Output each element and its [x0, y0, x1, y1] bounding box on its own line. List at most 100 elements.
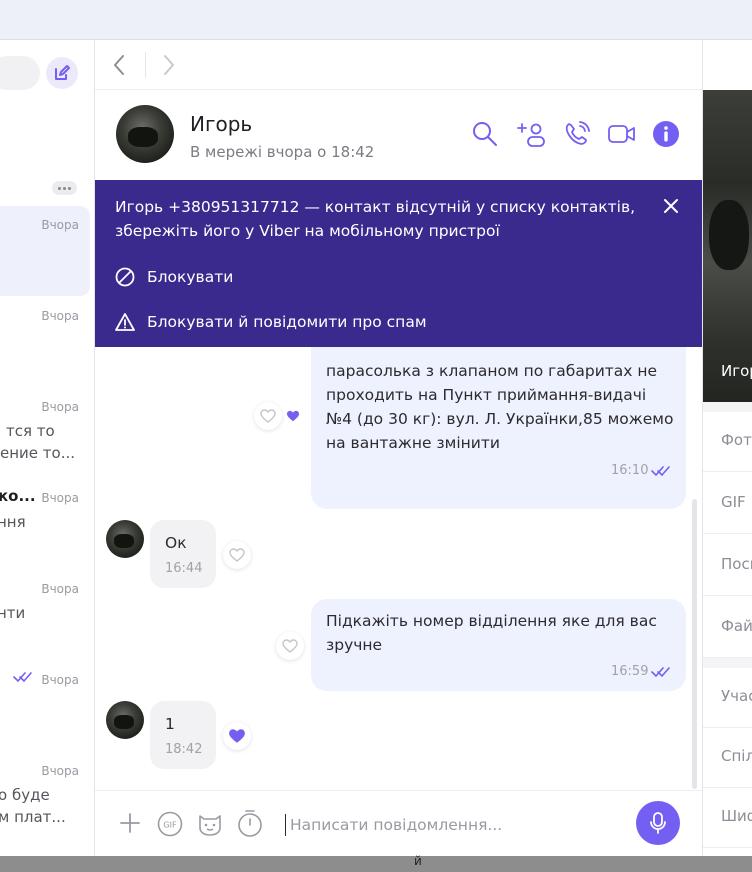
navigation-bar	[95, 40, 702, 90]
chat-time: Вчора	[41, 400, 79, 414]
chat-preview: ение то...	[0, 444, 75, 462]
contact-avatar[interactable]	[116, 105, 174, 163]
nav-divider	[145, 52, 146, 78]
block-and-report-spam-button[interactable]: Блокувати й повідомити про спам	[115, 310, 427, 334]
sender-avatar[interactable]	[106, 520, 144, 558]
shared-label: Спільні	[721, 747, 752, 765]
gif-label: GIF	[721, 493, 746, 511]
message-scrollbar[interactable]	[692, 499, 697, 789]
participants-label: Учасники	[721, 687, 752, 705]
banner-text: Игорь +380951317712 — контакт відсутній …	[115, 198, 636, 216]
photos-label: Фото	[721, 431, 752, 449]
gif-section[interactable]: GIF	[703, 474, 752, 534]
heart-filled-icon	[229, 729, 245, 743]
outgoing-message[interactable]: парасолька з клапаном по габаритах не пр…	[311, 347, 686, 509]
sender-avatar[interactable]	[106, 701, 144, 739]
files-section[interactable]: Файли	[703, 598, 752, 658]
search-input[interactable]	[0, 56, 40, 90]
voice-message-button[interactable]	[636, 801, 680, 845]
banner-text: збережіть його у Viber на мобільному при…	[115, 222, 500, 240]
microphone-icon	[650, 812, 666, 834]
chat-list-item[interactable]: Вчора тся то ение то...	[0, 388, 94, 478]
block-icon	[115, 267, 135, 287]
contact-info-panel: Игорь Фото GIF Посилання Файли Учасники …	[702, 40, 752, 856]
svg-text:GIF: GIF	[163, 821, 177, 830]
contact-photo-name: Игорь	[721, 362, 752, 380]
chat-preview: нти	[0, 604, 26, 622]
photos-section[interactable]: Фото	[703, 412, 752, 472]
forward-arrow-icon[interactable]	[161, 53, 177, 77]
viber-app: Вчора Вчора Вчора тся то ение то... Вчор…	[0, 40, 752, 856]
compose-icon	[55, 65, 70, 80]
info-icon[interactable]	[652, 120, 680, 148]
chat-list-item[interactable]: Вчора нти	[0, 570, 94, 660]
close-icon[interactable]	[661, 196, 681, 216]
like-button[interactable]	[276, 632, 304, 660]
chat-preview: ння	[0, 513, 26, 531]
chat-list-item[interactable]: Вчора	[0, 206, 90, 296]
more-chats-button[interactable]	[52, 181, 77, 195]
links-label: Посилання	[721, 555, 752, 573]
contact-name: Игорь	[190, 112, 253, 136]
encryption-label: Шифрування	[721, 807, 752, 825]
read-ticks-icon	[13, 672, 32, 683]
chat-time: Вчора	[41, 491, 79, 505]
like-button[interactable]	[223, 541, 251, 569]
chat-preview: м плат...	[0, 808, 66, 826]
phone-call-icon[interactable]	[563, 120, 593, 148]
links-section[interactable]: Посилання	[703, 536, 752, 596]
gif-icon[interactable]: GIF	[157, 811, 183, 837]
like-button[interactable]	[254, 402, 282, 430]
heart-outline-icon	[282, 639, 298, 653]
contact-photo[interactable]	[703, 90, 752, 402]
message-text: Підкажіть номер відділення яке для вас	[326, 612, 657, 630]
add-participant-icon[interactable]	[517, 120, 547, 148]
files-label: Файли	[721, 617, 752, 635]
chat-list-item[interactable]: Вчора о буде м плат...	[0, 752, 94, 842]
liked-button[interactable]	[223, 722, 251, 750]
outgoing-message[interactable]: Підкажіть номер відділення яке для вас з…	[311, 599, 686, 691]
conversation-pane: Игорь В мережі вчора о 18:42 Игорь +3809…	[95, 40, 702, 856]
chat-list-item[interactable]: Вчора ко... ння	[0, 479, 94, 569]
panel-divider	[703, 402, 752, 412]
message-input[interactable]	[290, 813, 620, 837]
message-time: 18:42	[165, 742, 203, 757]
chat-time: Вчора	[41, 309, 79, 323]
window-title-bar	[0, 0, 752, 40]
incoming-message[interactable]: Ок 16:44	[150, 520, 216, 588]
heart-outline-icon	[229, 548, 245, 562]
message-list: парасолька з клапаном по габаритах не пр…	[95, 347, 702, 790]
chat-list-item[interactable]: Вчора	[0, 297, 94, 387]
read-ticks-icon	[651, 466, 670, 477]
contact-status: В мережі вчора о 18:42	[190, 143, 375, 161]
incoming-message[interactable]: 1 18:42	[150, 701, 216, 769]
chat-name: ко...	[0, 487, 36, 505]
unknown-contact-banner: Игорь +380951317712 — контакт відсутній …	[95, 180, 702, 347]
taskbar-text: й	[414, 854, 422, 868]
plus-icon[interactable]	[119, 811, 141, 835]
encryption-section[interactable]: Шифрування	[703, 788, 752, 848]
shared-section[interactable]: Спільні	[703, 728, 752, 788]
chat-list-sidebar: Вчора Вчора Вчора тся то ение то... Вчор…	[0, 40, 95, 856]
timer-icon[interactable]	[236, 808, 264, 838]
chat-preview: о буде	[0, 786, 50, 804]
block-button[interactable]: Блокувати	[115, 265, 233, 289]
chat-list-item[interactable]: Вчора	[0, 661, 94, 751]
sticker-icon[interactable]	[196, 811, 224, 837]
participants-section[interactable]: Учасники	[703, 668, 752, 728]
compose-button[interactable]	[46, 57, 78, 89]
block-spam-label: Блокувати й повідомити про спам	[147, 313, 427, 331]
chat-time: Вчора	[41, 218, 79, 232]
message-text: парасолька з клапаном по габаритах не	[326, 362, 658, 380]
warning-icon	[115, 313, 135, 331]
search-icon[interactable]	[471, 120, 499, 148]
text-cursor	[285, 814, 286, 836]
chat-time: Вчора	[41, 673, 79, 687]
video-call-icon[interactable]	[607, 120, 637, 148]
message-text: 1	[165, 715, 175, 733]
message-text: на вантажне змінити	[326, 434, 500, 452]
back-arrow-icon[interactable]	[111, 53, 127, 77]
message-time: 16:44	[165, 561, 203, 576]
heart-outline-icon	[260, 409, 276, 423]
read-ticks-icon	[651, 667, 670, 678]
